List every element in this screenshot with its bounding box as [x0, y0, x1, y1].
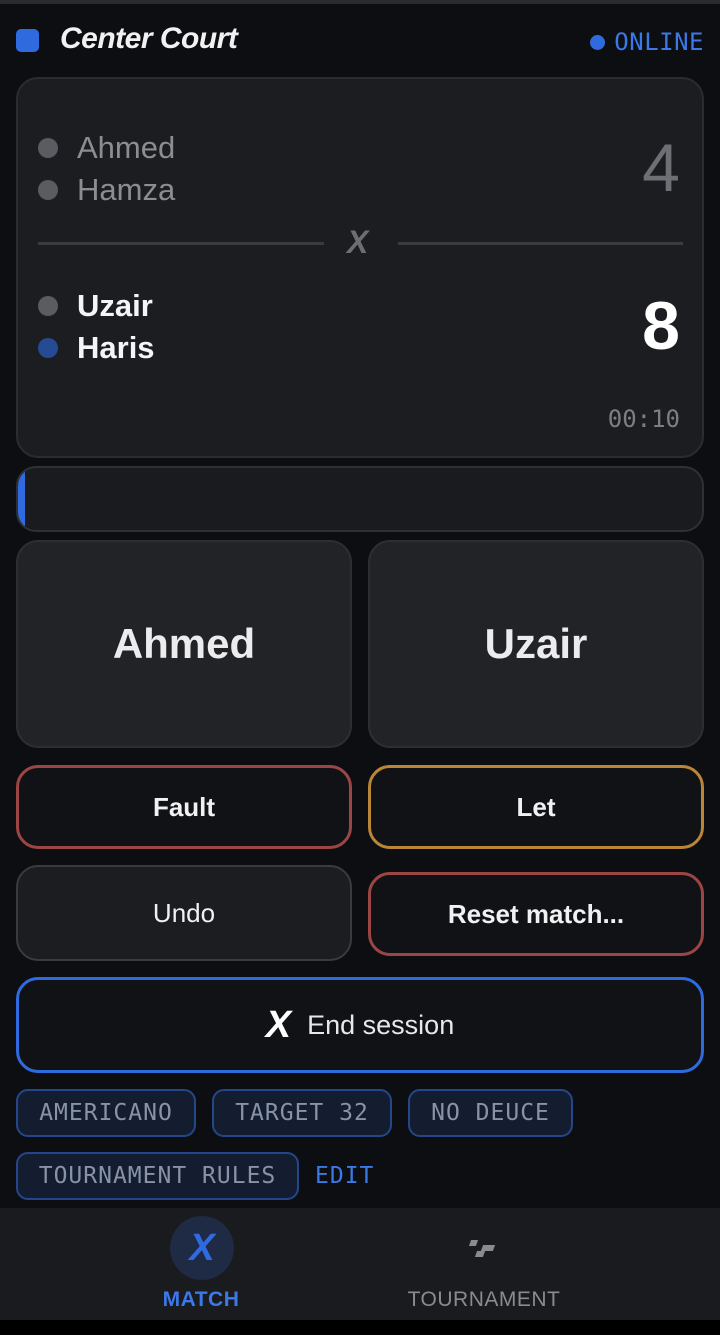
player-name: Haris: [77, 330, 155, 365]
team-2-score: 8: [642, 288, 680, 364]
nav-item-tournament[interactable]: TOURNAMENT: [360, 1208, 720, 1335]
fault-button[interactable]: Fault: [16, 765, 352, 849]
player-row: Uzair: [38, 285, 155, 327]
system-navigation-bar: [0, 1320, 720, 1335]
player-row: Ahmed: [38, 127, 175, 169]
bracket-icon: [466, 1236, 498, 1260]
x-logo-icon: X: [189, 1226, 215, 1269]
point-team-1-button[interactable]: Ahmed: [16, 540, 352, 748]
divider: [38, 242, 324, 245]
player-row: Haris: [38, 327, 155, 369]
rule-chip-tournament: TOURNAMENT RULES: [16, 1152, 299, 1200]
versus-icon: X: [347, 224, 369, 260]
let-button[interactable]: Let: [368, 765, 704, 849]
serve-indicator-icon: [38, 296, 58, 316]
app-header: Center Court ONLINE: [0, 4, 720, 76]
progress-fill: [18, 468, 25, 530]
serving-player-indicator-icon: [38, 338, 58, 358]
rule-chip-format: AMERICANO: [16, 1089, 196, 1137]
team-1-score: 4: [642, 130, 680, 206]
player-name: Uzair: [77, 288, 153, 323]
player-row: Hamza: [38, 169, 175, 211]
player-name: Hamza: [77, 172, 176, 207]
app-logo-icon: [16, 29, 39, 52]
rule-chip-target: TARGET 32: [212, 1089, 392, 1137]
serve-indicator-icon: [38, 138, 58, 158]
connection-status: ONLINE: [590, 28, 704, 56]
nav-item-match[interactable]: X MATCH: [0, 1208, 360, 1335]
team-2: Uzair Haris: [38, 285, 155, 369]
player-name: Ahmed: [77, 130, 176, 165]
reset-match-button[interactable]: Reset match...: [368, 872, 704, 956]
status-dot-icon: [590, 34, 606, 50]
nav-label: TOURNAMENT: [407, 1288, 561, 1311]
match-timer: 00:10: [607, 405, 680, 433]
rule-chip-deuce: NO DEUCE: [408, 1089, 573, 1137]
match-progress-bar: [16, 466, 704, 532]
end-session-button[interactable]: X End session: [16, 977, 704, 1073]
team-1: Ahmed Hamza: [38, 127, 175, 211]
divider: [398, 242, 683, 245]
x-logo-icon: X: [265, 1003, 292, 1046]
score-card: Ahmed Hamza 4 X Uzair Haris 8 00:10: [16, 77, 704, 458]
undo-button[interactable]: Undo: [16, 865, 352, 961]
app-title: Center Court: [60, 22, 238, 55]
status-text: ONLINE: [614, 28, 704, 56]
nav-icon-container: [450, 1216, 514, 1280]
serve-indicator-icon: [38, 180, 58, 200]
edit-rules-link[interactable]: EDIT: [315, 1163, 374, 1189]
nav-icon-container: X: [170, 1216, 234, 1280]
end-session-label: End session: [307, 1009, 455, 1040]
bottom-nav: X MATCH TOURNAMENT: [0, 1208, 720, 1335]
point-team-2-button[interactable]: Uzair: [368, 540, 704, 748]
